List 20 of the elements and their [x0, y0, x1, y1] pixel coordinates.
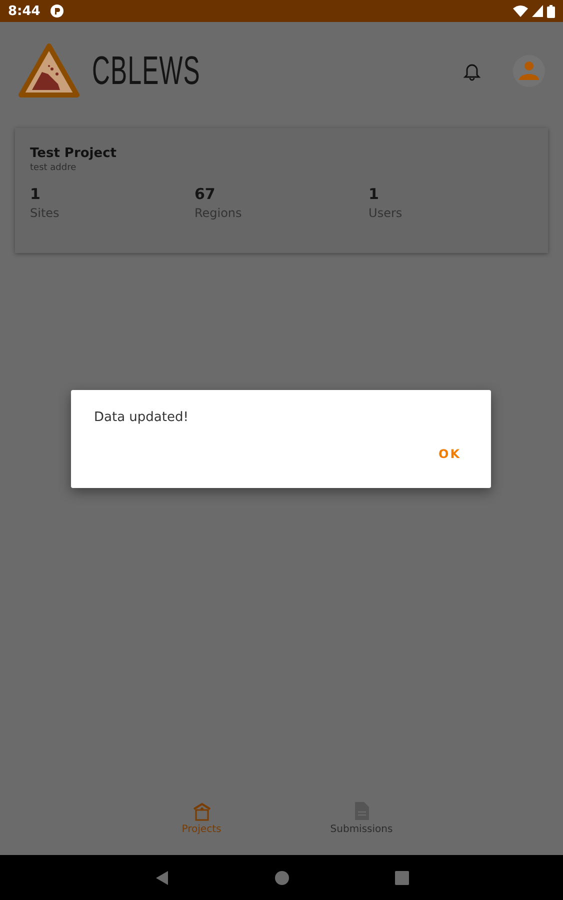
stat-value: 1: [368, 185, 380, 203]
battery-icon: [547, 4, 555, 18]
project-title: Test Project: [30, 146, 118, 161]
app-title: CBLEWS: [92, 48, 200, 94]
nav-tab[interactable]: Projects: [152, 797, 252, 852]
nav-tab[interactable]: Submissions: [312, 797, 412, 852]
signal-icon: [532, 5, 543, 17]
wifi-icon: [513, 5, 528, 17]
landslide-warning-logo-icon: [18, 43, 80, 99]
project-address: test addre: [30, 163, 78, 173]
notification-icon: [50, 4, 64, 18]
stat-value: 1: [30, 185, 42, 203]
dialog-message: Data updated!: [94, 410, 190, 425]
ok-button[interactable]: OK: [428, 441, 471, 467]
home-icon[interactable]: [274, 870, 288, 884]
recents-icon[interactable]: [394, 870, 408, 884]
status-time: 8:44: [8, 4, 40, 18]
back-icon[interactable]: [154, 870, 168, 886]
stat-value: 67: [194, 185, 216, 203]
house-icon: [192, 801, 212, 821]
